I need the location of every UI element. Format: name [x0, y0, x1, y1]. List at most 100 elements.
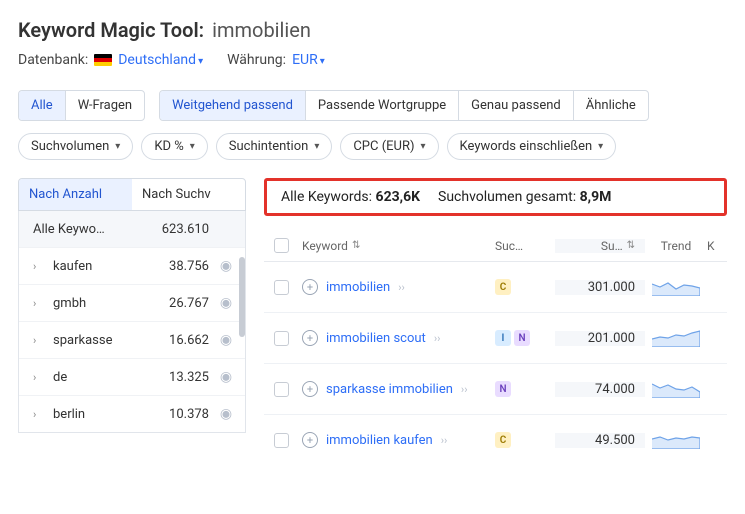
tab-by-volume[interactable]: Nach Suchv	[132, 179, 245, 210]
chevron-right-icon: ›	[33, 334, 45, 347]
eye-icon[interactable]: ◉	[217, 295, 235, 311]
tab-by-count[interactable]: Nach Anzahl	[19, 179, 132, 210]
add-keyword-icon[interactable]: +	[302, 432, 318, 448]
intent-tag-commercial: C	[495, 432, 511, 448]
eye-icon[interactable]: ◉	[217, 406, 235, 422]
chevron-down-icon: ▾	[115, 141, 120, 152]
group-item[interactable]: › sparkasse 16.662 ◉	[19, 322, 245, 359]
chevron-down-icon: ▾	[190, 141, 195, 152]
table-row: + immobilien scout ›› IN 201.000	[264, 313, 727, 364]
flag-germany-icon	[94, 54, 112, 66]
trend-sparkline	[652, 274, 700, 296]
col-kd-header[interactable]: K	[707, 239, 727, 253]
group-item[interactable]: › kaufen 38.756 ◉	[19, 248, 245, 285]
group-label: sparkasse	[53, 333, 141, 348]
group-label: gmbh	[53, 296, 141, 311]
chevron-down-icon: ▾	[598, 141, 603, 152]
col-volume-header[interactable]: Su…⇅	[555, 239, 645, 253]
add-keyword-icon[interactable]: +	[302, 330, 318, 346]
expand-icon[interactable]: ››	[461, 383, 468, 396]
row-checkbox[interactable]	[274, 331, 289, 346]
add-keyword-icon[interactable]: +	[302, 279, 318, 295]
group-item[interactable]: › de 13.325 ◉	[19, 359, 245, 396]
table-row: + sparkasse immobilien ›› N 74.000	[264, 364, 727, 415]
group-count: 38.756	[149, 259, 209, 274]
trend-sparkline	[652, 427, 700, 449]
table-row: + immobilien ›› C 301.000	[264, 262, 727, 313]
chevron-down-icon: ▾	[320, 56, 325, 67]
tab-phrase-match[interactable]: Passende Wortgruppe	[305, 91, 458, 120]
chevron-down-icon: ▾	[198, 56, 203, 67]
eye-icon[interactable]: ◉	[217, 369, 235, 385]
group-item[interactable]: › berlin 10.378 ◉	[19, 396, 245, 432]
keyword-link[interactable]: immobilien scout	[326, 331, 426, 346]
chevron-right-icon: ›	[33, 297, 45, 310]
database-label: Datenbank:	[18, 52, 88, 68]
filter-volume[interactable]: Suchvolumen▾	[18, 133, 133, 160]
expand-icon[interactable]: ››	[398, 281, 405, 294]
keyword-link[interactable]: immobilien	[326, 280, 390, 295]
tab-broad-match[interactable]: Weitgehend passend	[160, 91, 305, 120]
tool-title: Keyword Magic Tool:	[18, 18, 204, 42]
chevron-right-icon: ›	[33, 260, 45, 273]
group-item[interactable]: › gmbh 26.767 ◉	[19, 285, 245, 322]
tool-keyword: immobilien	[212, 18, 311, 42]
keyword-group-list: Alle Keywo… 623.610 › kaufen 38.756 ◉ › …	[18, 211, 246, 433]
table-row: + immobilien kaufen ›› C 49.500	[264, 415, 727, 465]
filter-intent[interactable]: Suchintention▾	[216, 133, 333, 160]
group-count: 623.610	[149, 222, 209, 237]
keyword-link[interactable]: sparkasse immobilien	[326, 382, 453, 397]
row-checkbox[interactable]	[274, 382, 289, 397]
currency-label: Währung:	[227, 52, 286, 68]
filter-cpc[interactable]: CPC (EUR)▾	[340, 133, 438, 160]
volume-value: 74.000	[555, 382, 645, 397]
intent-tag-navigational: N	[495, 381, 511, 397]
trend-sparkline	[652, 325, 700, 347]
total-volume: Suchvolumen gesamt: 8,9M	[438, 189, 611, 205]
scrollbar[interactable]	[239, 257, 245, 432]
filter-kd[interactable]: KD %▾	[141, 133, 207, 160]
total-keywords: Alle Keywords: 623,6K	[281, 189, 420, 205]
keyword-table: Keyword⇅ Suc… Su…⇅ Trend K + immobilien …	[264, 230, 727, 465]
select-all-checkbox[interactable]	[274, 238, 289, 253]
chevron-right-icon: ›	[33, 408, 45, 421]
sort-icon: ⇅	[352, 240, 360, 251]
col-trend-header[interactable]: Trend	[645, 239, 707, 253]
col-intent-header[interactable]: Suc…	[495, 239, 555, 253]
database-dropdown[interactable]: Deutschland▾	[118, 52, 203, 68]
eye-icon[interactable]: ◉	[217, 332, 235, 348]
row-checkbox[interactable]	[274, 280, 289, 295]
trend-sparkline	[652, 376, 700, 398]
group-label: Alle Keywo…	[33, 222, 141, 237]
group-count: 10.378	[149, 407, 209, 422]
keyword-link[interactable]: immobilien kaufen	[326, 433, 433, 448]
tab-questions[interactable]: W-Fragen	[65, 91, 144, 120]
volume-value: 49.500	[555, 433, 645, 448]
tab-all[interactable]: Alle	[19, 91, 65, 120]
tab-exact-match[interactable]: Genau passend	[458, 91, 573, 120]
filter-include[interactable]: Keywords einschließen▾	[447, 133, 617, 160]
summary-box: Alle Keywords: 623,6K Suchvolumen gesamt…	[264, 178, 727, 216]
eye-icon[interactable]: ◉	[217, 258, 235, 274]
currency-dropdown[interactable]: EUR▾	[292, 52, 325, 68]
group-label: berlin	[53, 407, 141, 422]
match-segment: Weitgehend passend Passende Wortgruppe G…	[159, 90, 649, 121]
add-keyword-icon[interactable]: +	[302, 381, 318, 397]
col-keyword-header[interactable]: Keyword⇅	[298, 239, 495, 253]
group-label: de	[53, 370, 141, 385]
chevron-right-icon: ›	[33, 371, 45, 384]
group-count: 16.662	[149, 333, 209, 348]
eye-placeholder	[217, 221, 235, 237]
group-count: 13.325	[149, 370, 209, 385]
intent-tag-navigational: N	[514, 330, 530, 346]
expand-icon[interactable]: ››	[434, 332, 441, 345]
row-checkbox[interactable]	[274, 433, 289, 448]
chevron-down-icon: ▾	[314, 141, 319, 152]
group-count: 26.767	[149, 296, 209, 311]
tab-related[interactable]: Ähnliche	[573, 91, 648, 120]
scope-segment: Alle W-Fragen	[18, 90, 145, 121]
intent-tag-informational: I	[495, 330, 511, 346]
group-all-keywords[interactable]: Alle Keywo… 623.610	[19, 211, 245, 248]
expand-icon[interactable]: ››	[441, 434, 448, 447]
volume-value: 201.000	[555, 331, 645, 346]
